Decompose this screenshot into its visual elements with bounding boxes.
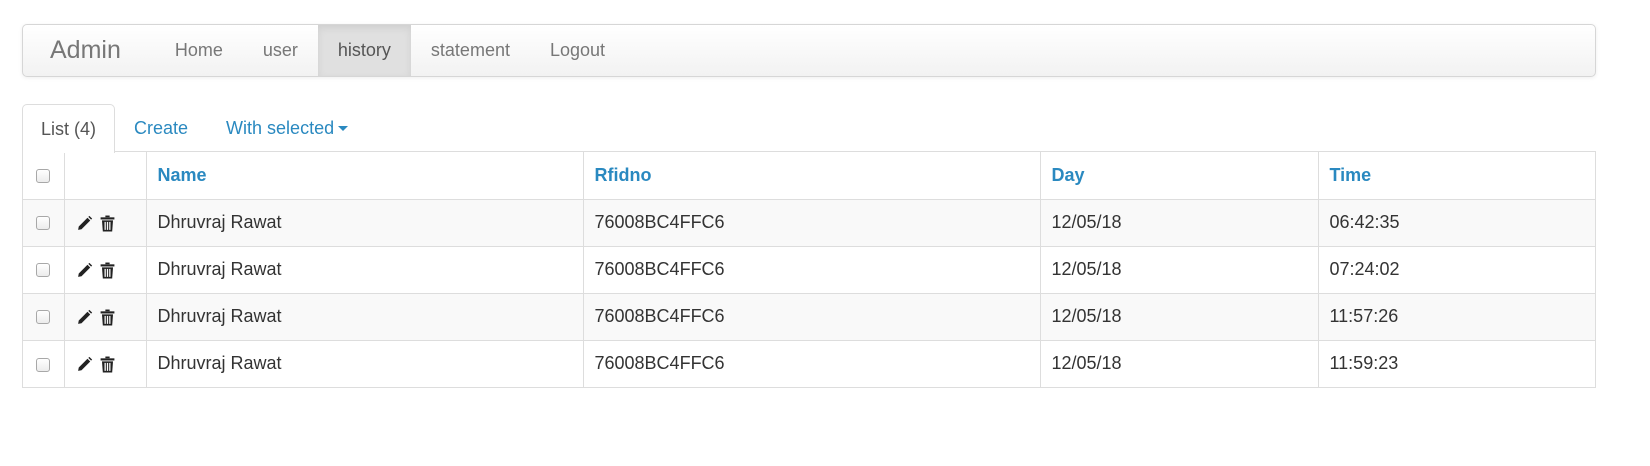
navbar: Admin Home user history statement Logout — [22, 24, 1596, 77]
row-actions — [64, 340, 147, 387]
trash-icon[interactable] — [100, 309, 115, 326]
column-header-time[interactable]: Time — [1318, 152, 1595, 200]
pencil-icon[interactable] — [76, 262, 93, 279]
nav-link-statement[interactable]: statement — [411, 25, 530, 76]
row-checkbox[interactable] — [36, 357, 51, 372]
trash-icon[interactable] — [100, 215, 115, 232]
cell-time: 06:42:35 — [1318, 199, 1595, 247]
row-checkbox[interactable] — [36, 216, 51, 231]
nav-link-home[interactable]: Home — [155, 25, 243, 76]
row-checkbox[interactable] — [36, 263, 51, 278]
view-tabs: List (4) Create With selected — [22, 104, 1596, 153]
column-header-rfidno[interactable]: Rfidno — [583, 152, 1041, 200]
cell-time: 11:57:26 — [1318, 293, 1595, 341]
row-select-cell — [23, 199, 65, 247]
cell-name: Dhruvraj Rawat — [146, 293, 584, 341]
history-table: Name Rfidno Day Time Dhruvraj Rawat 7600… — [23, 152, 1595, 387]
row-actions — [64, 246, 147, 294]
select-all-checkbox[interactable] — [36, 169, 51, 183]
row-select-cell — [23, 340, 65, 387]
cell-day: 12/05/18 — [1040, 340, 1319, 387]
with-selected-label: With selected — [226, 118, 335, 138]
row-actions — [64, 293, 147, 341]
with-selected-dropdown[interactable]: With selected — [207, 104, 367, 152]
table-header-row: Name Rfidno Day Time — [23, 152, 1595, 200]
cell-time: 11:59:23 — [1318, 340, 1595, 387]
pencil-icon[interactable] — [76, 309, 93, 326]
cell-name: Dhruvraj Rawat — [146, 199, 584, 247]
cell-name: Dhruvraj Rawat — [146, 246, 584, 294]
brand-title[interactable]: Admin — [23, 25, 149, 76]
nav-link-logout[interactable]: Logout — [530, 25, 625, 76]
history-table-container: Name Rfidno Day Time Dhruvraj Rawat 7600… — [22, 151, 1596, 388]
trash-icon[interactable] — [100, 262, 115, 279]
pencil-icon[interactable] — [76, 215, 93, 232]
cell-day: 12/05/18 — [1040, 246, 1319, 294]
tab-list[interactable]: List (4) — [22, 104, 116, 153]
cell-day: 12/05/18 — [1040, 293, 1319, 341]
column-header-name[interactable]: Name — [146, 152, 584, 200]
nav-link-history[interactable]: history — [317, 25, 411, 76]
table-row: Dhruvraj Rawat 76008BC4FFC6 12/05/18 07:… — [23, 246, 1595, 294]
table-row: Dhruvraj Rawat 76008BC4FFC6 12/05/18 11:… — [23, 293, 1595, 341]
table-row: Dhruvraj Rawat 76008BC4FFC6 12/05/18 11:… — [23, 340, 1595, 387]
row-select-cell — [23, 293, 65, 341]
actions-header — [64, 152, 147, 200]
cell-name: Dhruvraj Rawat — [146, 340, 584, 387]
cell-day: 12/05/18 — [1040, 199, 1319, 247]
nav-link-user[interactable]: user — [243, 25, 318, 76]
row-checkbox[interactable] — [36, 310, 51, 325]
nav-links: Home user history statement Logout — [155, 25, 625, 76]
trash-icon[interactable] — [100, 356, 115, 373]
caret-down-icon — [338, 126, 349, 131]
cell-rfidno: 76008BC4FFC6 — [583, 293, 1041, 341]
cell-rfidno: 76008BC4FFC6 — [583, 246, 1041, 294]
pencil-icon[interactable] — [76, 356, 93, 373]
select-all-cell — [23, 152, 65, 200]
row-actions — [64, 199, 147, 247]
tab-create[interactable]: Create — [115, 104, 207, 152]
column-header-day[interactable]: Day — [1040, 152, 1319, 200]
row-select-cell — [23, 246, 65, 294]
cell-time: 07:24:02 — [1318, 246, 1595, 294]
cell-rfidno: 76008BC4FFC6 — [583, 199, 1041, 247]
cell-rfidno: 76008BC4FFC6 — [583, 340, 1041, 387]
table-row: Dhruvraj Rawat 76008BC4FFC6 12/05/18 06:… — [23, 199, 1595, 247]
